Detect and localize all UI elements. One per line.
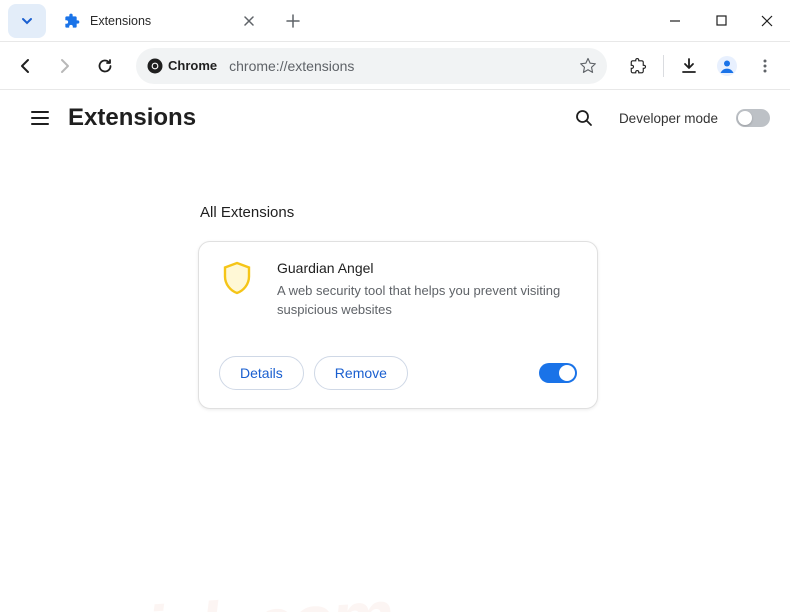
forward-button[interactable] — [48, 49, 82, 83]
tab-search-button[interactable] — [8, 4, 46, 38]
page-title: Extensions — [68, 104, 196, 132]
details-button[interactable]: Details — [219, 356, 304, 390]
tab-close-button[interactable] — [240, 12, 258, 30]
titlebar-left: Extensions — [0, 0, 308, 41]
chevron-down-icon — [21, 15, 33, 27]
extension-info: Guardian Angel A web security tool that … — [277, 260, 577, 320]
page-header: Extensions Developer mode — [0, 90, 790, 146]
hamburger-icon — [30, 108, 50, 128]
omnibox[interactable]: Chrome chrome://extensions — [136, 48, 607, 84]
hamburger-button[interactable] — [20, 98, 60, 138]
page-header-right: Developer mode — [567, 101, 770, 135]
extension-card: Guardian Angel A web security tool that … — [198, 241, 598, 409]
menu-button[interactable] — [748, 49, 782, 83]
omnibox-url: chrome://extensions — [229, 58, 579, 74]
profile-button[interactable] — [710, 49, 744, 83]
new-tab-button[interactable] — [278, 6, 308, 36]
extensions-button[interactable] — [621, 49, 655, 83]
search-extensions-button[interactable] — [567, 101, 601, 135]
toolbar-right — [621, 49, 782, 83]
toolbar: Chrome chrome://extensions — [0, 42, 790, 90]
chrome-icon — [146, 57, 164, 75]
dots-vertical-icon — [757, 58, 773, 74]
developer-mode-label: Developer mode — [619, 111, 718, 126]
tab-title: Extensions — [90, 14, 234, 28]
search-icon — [574, 108, 594, 128]
plus-icon — [286, 14, 300, 28]
minimize-icon — [669, 15, 681, 27]
section-title: All Extensions — [200, 204, 790, 221]
extension-icon — [64, 13, 80, 29]
extension-enable-toggle[interactable] — [539, 363, 577, 383]
star-icon — [579, 57, 597, 75]
bookmark-button[interactable] — [579, 57, 597, 75]
extension-name: Guardian Angel — [277, 260, 577, 276]
shield-icon — [219, 260, 255, 296]
extension-row: Guardian Angel A web security tool that … — [219, 260, 577, 320]
content: risk.com All Extensions Guardian Angel A… — [0, 204, 790, 409]
titlebar: Extensions — [0, 0, 790, 42]
browser-tab[interactable]: Extensions — [52, 4, 270, 38]
close-icon — [761, 15, 773, 27]
window-minimize-button[interactable] — [652, 0, 698, 42]
downloads-button[interactable] — [672, 49, 706, 83]
maximize-icon — [716, 15, 727, 26]
remove-button[interactable]: Remove — [314, 356, 408, 390]
window-controls — [652, 0, 790, 42]
download-icon — [680, 57, 698, 75]
close-icon — [244, 16, 254, 26]
reload-icon — [96, 57, 114, 75]
developer-mode-toggle[interactable] — [736, 109, 770, 127]
arrow-right-icon — [56, 57, 74, 75]
back-button[interactable] — [8, 49, 42, 83]
reload-button[interactable] — [88, 49, 122, 83]
window-close-button[interactable] — [744, 0, 790, 42]
puzzle-icon — [629, 57, 647, 75]
extension-description: A web security tool that helps you preve… — [277, 282, 577, 320]
separator — [663, 55, 664, 77]
window-maximize-button[interactable] — [698, 0, 744, 42]
profile-icon — [716, 55, 738, 77]
watermark-text: risk.com — [118, 575, 395, 612]
omnibox-scheme-label: Chrome — [168, 58, 217, 73]
arrow-left-icon — [16, 57, 34, 75]
extension-actions: Details Remove — [219, 356, 577, 390]
